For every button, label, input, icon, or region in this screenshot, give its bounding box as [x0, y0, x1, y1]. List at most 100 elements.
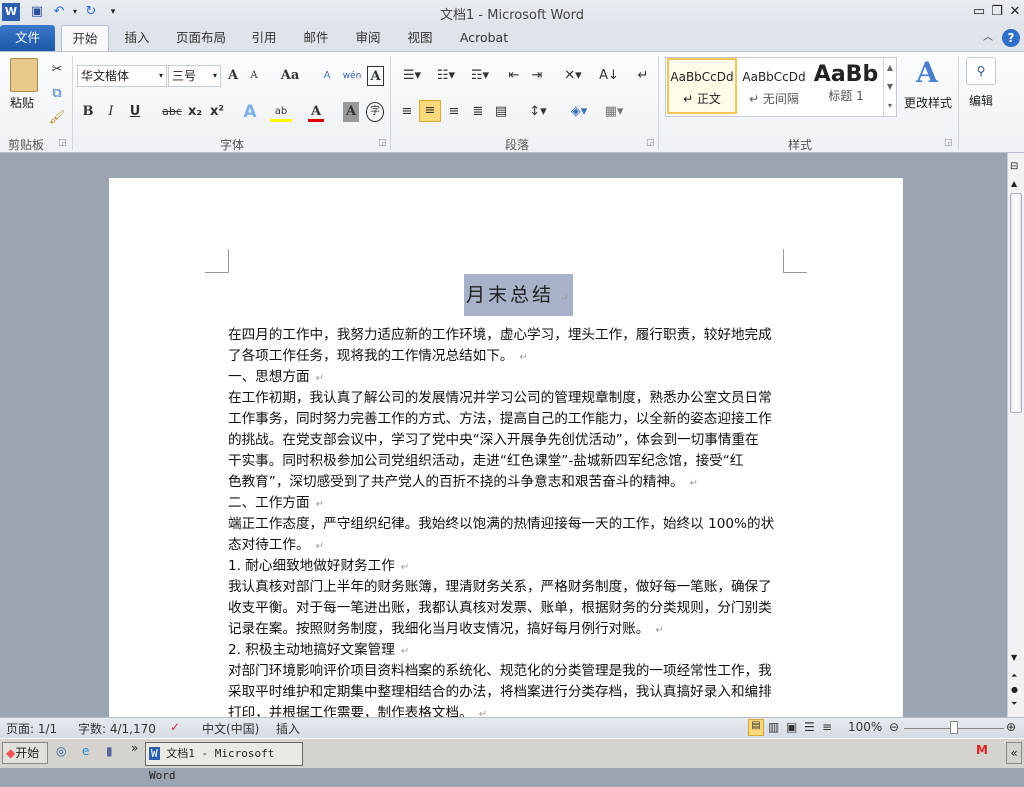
align-right-icon[interactable]: ≡	[445, 102, 463, 122]
decrease-indent-icon[interactable]: ⇤	[505, 66, 523, 86]
draft-icon[interactable]: ≡	[822, 720, 832, 734]
bullets-icon[interactable]: ☰▾	[398, 66, 426, 86]
increase-indent-icon[interactable]: ⇥	[528, 66, 546, 86]
phonetic-guide-icon[interactable]: wén	[342, 66, 362, 86]
tab-insert[interactable]: 插入	[115, 25, 159, 51]
dialog-launcher-icon[interactable]: ◲	[944, 138, 953, 148]
copy-icon[interactable]: ⧉	[48, 84, 66, 104]
borders-icon[interactable]: ▦▾	[600, 102, 628, 122]
style-heading-1[interactable]: AaBb 标题 1	[811, 58, 881, 114]
line-text: 采取平时维护和定期集中整理相结合的办法，将档案进行分类存档，我认真搞好录入和编排	[228, 684, 772, 700]
distributed-icon[interactable]: ▤	[492, 102, 510, 122]
sort-icon[interactable]: A↓	[598, 66, 620, 86]
tray-collapse-icon[interactable]: «	[1006, 742, 1022, 764]
tab-mailings[interactable]: 邮件	[296, 25, 336, 51]
highlight-icon[interactable]: ab	[270, 102, 292, 122]
zoom-slider-thumb[interactable]	[950, 721, 958, 734]
more-icon[interactable]: »	[131, 741, 138, 755]
strikethrough-button[interactable]: abc	[160, 102, 184, 122]
zoom-in-icon[interactable]: ⊕	[1006, 720, 1016, 734]
clear-format-icon[interactable]: A	[318, 66, 336, 86]
minimize-icon[interactable]: ▭	[970, 3, 988, 21]
tab-review[interactable]: 审阅	[348, 25, 388, 51]
close-icon[interactable]: ✕	[1006, 3, 1024, 21]
insert-mode[interactable]: 插入	[276, 720, 300, 737]
show-marks-icon[interactable]: ↵	[635, 66, 651, 86]
scroll-thumb[interactable]	[1010, 193, 1022, 413]
language-indicator[interactable]: 中文(中国)	[202, 720, 259, 737]
tray-m-icon[interactable]: M	[976, 743, 988, 757]
style-no-spacing[interactable]: AaBbCcDd ↵ 无间隔	[739, 58, 809, 114]
font-color-icon[interactable]: A	[308, 102, 324, 122]
next-page-icon[interactable]: ⏷	[1011, 699, 1017, 709]
web-layout-icon[interactable]: ▣	[786, 720, 797, 734]
enclose-characters-icon[interactable]: 字	[366, 102, 384, 122]
proofing-icon[interactable]: ✓	[170, 720, 180, 734]
character-border-icon[interactable]: A	[367, 66, 384, 86]
scroll-up-arrow[interactable]: ▲	[1011, 179, 1017, 188]
tab-page-layout[interactable]: 页面布局	[170, 25, 232, 51]
taskbar-word-window[interactable]: W 文档1 - Microsoft Word	[145, 742, 303, 782]
line-spacing-icon[interactable]: ↕▾	[525, 102, 551, 122]
font-name-combo[interactable]: 华文楷体 ▾	[77, 65, 167, 87]
multilevel-list-icon[interactable]: ☶▾	[466, 66, 494, 86]
browse-object-icon[interactable]: ●	[1011, 685, 1018, 694]
text-effects-icon[interactable]: A	[240, 102, 260, 122]
app-icon[interactable]: ▮	[106, 744, 113, 758]
underline-button[interactable]: U	[127, 102, 143, 122]
subscript-button[interactable]: x₂	[186, 102, 204, 122]
document-body[interactable]: 在四月的工作中，我努力适应新的工作环境，虚心学习，埋头工作，履行职责，较好地完成…	[228, 325, 788, 717]
restore-icon[interactable]: ❐	[988, 3, 1006, 21]
paste-icon[interactable]	[10, 58, 38, 92]
grow-font-icon[interactable]: A	[225, 66, 241, 86]
change-styles-button[interactable]: 更改样式	[900, 94, 956, 111]
minimize-ribbon-icon[interactable]: ︿	[980, 25, 996, 51]
character-shading-icon[interactable]: A	[343, 102, 359, 122]
previous-page-icon[interactable]: ⏶	[1011, 671, 1017, 681]
tab-references[interactable]: 引用	[244, 25, 284, 51]
font-size-combo[interactable]: 三号 ▾	[168, 65, 221, 87]
styles-scroll[interactable]: ▲ ▼ ▾	[883, 58, 896, 116]
style-normal[interactable]: AaBbCcDd ↵ 正文	[667, 58, 737, 114]
editing-button[interactable]: 编辑	[966, 92, 996, 109]
change-case-icon[interactable]: Aa	[278, 66, 302, 86]
document-page[interactable]: 月末总结 ↵ 在四月的工作中，我努力适应新的工作环境，虚心学习，埋头工作，履行职责…	[109, 178, 903, 717]
justify-icon[interactable]: ≣	[469, 102, 487, 122]
paste-button[interactable]: 粘贴	[10, 94, 34, 111]
cut-icon[interactable]: ✂	[48, 60, 66, 80]
zoom-out-icon[interactable]: ⊖	[889, 720, 899, 734]
find-icon[interactable]: ⚲	[966, 57, 996, 85]
tab-home[interactable]: 开始	[61, 25, 109, 51]
align-left-icon[interactable]: ≡	[398, 102, 416, 122]
align-center-icon[interactable]: ≡	[419, 100, 441, 122]
outline-icon[interactable]: ☰	[804, 720, 815, 734]
start-button[interactable]: ◆开始	[2, 742, 48, 764]
browser-icon[interactable]: ◎	[56, 744, 66, 758]
vertical-scrollbar[interactable]: ⊟ ▲ ▼ ⏶ ● ⏷	[1007, 153, 1024, 717]
full-screen-reading-icon[interactable]: ▥	[768, 720, 779, 734]
bold-button[interactable]: B	[80, 102, 96, 122]
tab-file[interactable]: 文件	[0, 25, 55, 51]
help-icon[interactable]: ?	[1002, 29, 1020, 47]
word-count[interactable]: 字数: 4/1,170	[78, 720, 156, 737]
format-painter-icon[interactable]: 🖌	[48, 108, 66, 128]
document-title[interactable]: 月末总结 ↵	[464, 274, 574, 316]
dialog-launcher-icon[interactable]: ◲	[378, 138, 387, 148]
dialog-launcher-icon[interactable]: ◲	[58, 138, 67, 148]
ruler-toggle-icon[interactable]: ⊟	[1010, 161, 1018, 172]
ie-icon[interactable]: e	[82, 744, 89, 758]
scroll-down-arrow[interactable]: ▼	[1011, 653, 1017, 662]
shrink-font-icon[interactable]: A	[246, 66, 262, 86]
tab-view[interactable]: 视图	[400, 25, 440, 51]
dialog-launcher-icon[interactable]: ◲	[646, 138, 655, 148]
tab-acrobat[interactable]: Acrobat	[452, 25, 516, 51]
chinese-layout-icon[interactable]: ✕▾	[560, 66, 586, 86]
paragraph-shading-icon[interactable]: ◈▾	[565, 102, 593, 122]
print-layout-icon[interactable]: ▤	[748, 719, 764, 736]
page-count[interactable]: 页面: 1/1	[6, 720, 57, 737]
change-styles-icon[interactable]: A	[905, 56, 949, 89]
italic-button[interactable]: I	[103, 102, 119, 122]
zoom-level[interactable]: 100%	[848, 720, 882, 734]
numbering-icon[interactable]: ☷▾	[432, 66, 460, 86]
superscript-button[interactable]: x²	[208, 102, 226, 122]
